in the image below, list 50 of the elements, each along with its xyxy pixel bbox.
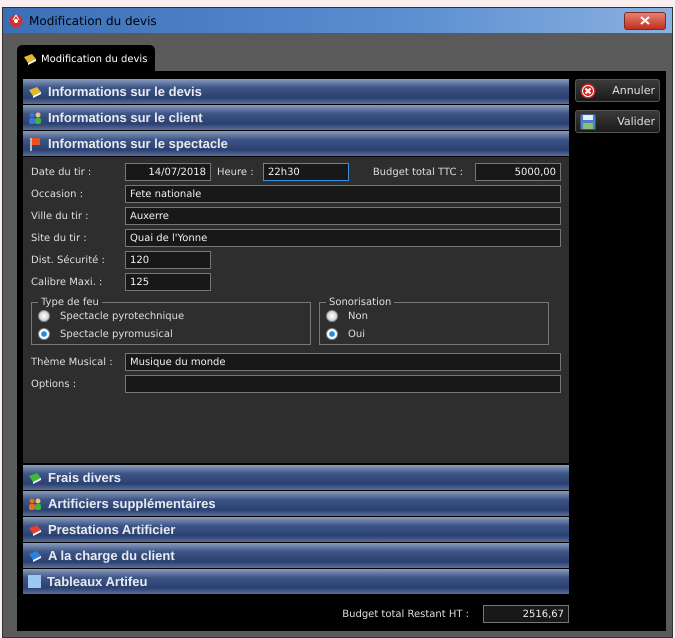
total-field[interactable]: 2516,67 [483,605,569,623]
section-header[interactable]: Informations sur le spectacle [23,131,569,156]
radio-button[interactable] [38,328,50,340]
section-header[interactable]: Frais divers [23,465,569,490]
field-label: Options : [31,378,78,390]
radio-button[interactable] [38,310,50,322]
date-field[interactable]: 14/07/2018 [125,163,211,181]
input-field[interactable]: Musique du monde [125,353,561,371]
budget-field[interactable]: 5000,00 [475,163,561,181]
radio-option[interactable]: Spectacle pyrotechnique [38,310,304,322]
save-button[interactable]: Valider [575,110,660,133]
radio-option[interactable]: Non [326,310,542,322]
field-label: Ville du tir : [31,210,90,222]
section-header[interactable]: Artificiers supplémentaires [23,491,569,516]
section-header[interactable]: Tableaux Artifeu [23,569,569,594]
radio-button[interactable] [326,328,338,340]
footer-label: Budget total Restant HT : [342,608,469,620]
close-icon [580,82,596,98]
section-header[interactable]: Prestations Artificier [23,517,569,542]
radio-button[interactable] [326,310,338,322]
field-label: Site du tir : [31,232,88,244]
field-label: Occasion : [31,188,84,200]
section-header[interactable]: Informations sur le client [23,105,569,130]
field-label: Thème Musical : [31,356,114,368]
cancel-button[interactable]: Annuler [575,79,660,102]
radio-option[interactable]: Spectacle pyromusical [38,328,304,340]
field-label: Calibre Maxi. : [31,276,104,288]
group-title: Sonorisation [328,297,392,308]
save-icon [580,114,596,130]
input-field[interactable]: Auxerre [125,207,561,225]
group-title: Type de feu [40,297,100,308]
radio-option[interactable]: Oui [326,328,542,340]
field-label: Dist. Sécurité : [31,254,106,266]
book-icon [23,53,37,65]
field-label: Budget total TTC : [372,166,464,178]
close-button[interactable] [624,12,666,30]
input-field[interactable]: Fete nationale [125,185,561,203]
input-field[interactable] [125,375,561,393]
time-field[interactable]: 22h30 [263,163,349,181]
section-header[interactable]: Informations sur le devis [23,79,569,104]
app-icon [9,14,23,28]
close-icon [640,16,650,25]
input-field[interactable]: 125 [125,273,211,291]
input-field[interactable]: Quai de l'Yonne [125,229,561,247]
field-label: Date du tir : [31,166,92,178]
tab[interactable]: Modification du devis [17,45,156,71]
window-title: Modification du devis [29,14,157,28]
section-header[interactable]: A la charge du client [23,543,569,568]
input-field[interactable]: 120 [125,251,211,269]
field-label: Heure : [216,166,255,178]
